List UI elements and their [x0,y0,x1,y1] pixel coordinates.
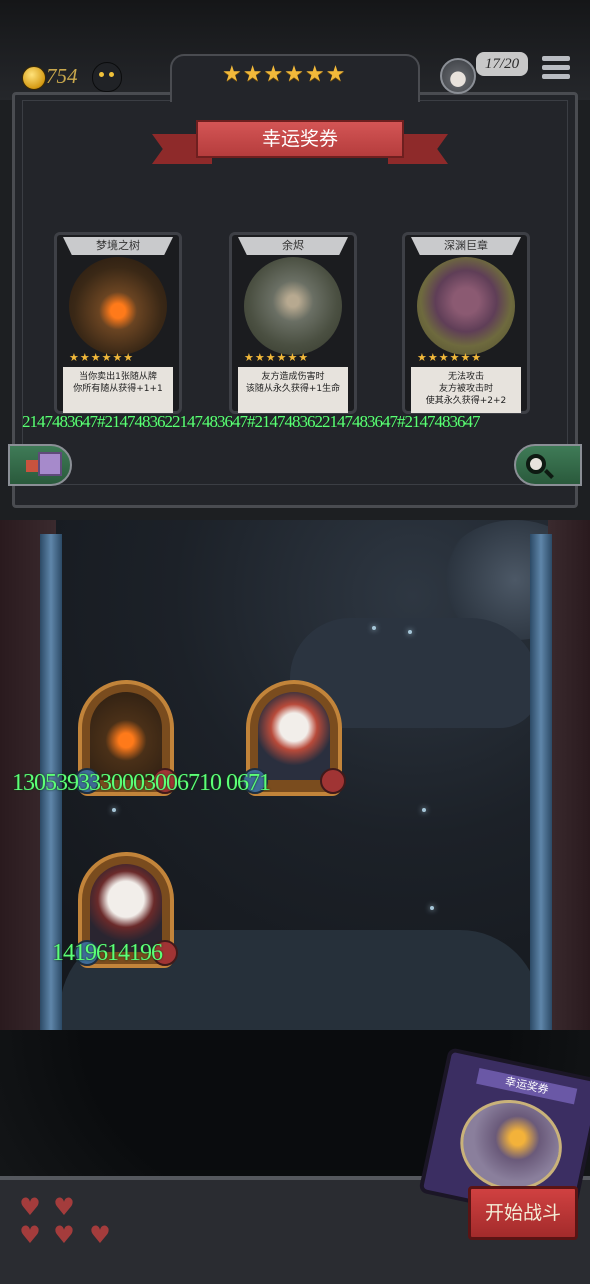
heart-icon: ♥ [19,1221,41,1249]
right-pillar [548,520,590,1100]
coin-count: 754 [46,64,78,88]
octopus-monster-art [417,257,515,355]
shop-banner: 幸运奖券 [152,120,448,166]
card-stars: ★★★★★★ [69,351,135,364]
shop-stat-overlay: 2147483647#2147483622147483647#214748362… [22,412,480,431]
card-name: 深渊巨章 [411,237,521,255]
desc-line: 友方被攻击时 [438,384,493,394]
right-glass-column [530,534,552,1034]
hamburger-menu-icon[interactable] [542,56,570,82]
heart-icon: ♥ [19,1193,41,1221]
brute-monster-art [244,257,342,355]
desc-line: 当你卖出1张随从牌 [79,372,157,382]
ticket-art [451,1090,571,1200]
unit-row1-stats: 1305393330003006710 0671 [12,770,271,796]
bunny-unit-art [258,692,330,780]
player-count-badge: 17/20 [476,52,528,76]
shop-card-1[interactable]: 梦境之树 ★★★★★★ 当你卖出1张随从牌 你所有随从获得+1+1 [54,232,182,414]
player-avatar[interactable] [440,58,476,94]
ticket-title: 幸运奖券 [476,1067,578,1105]
heart-icon: ♥ [53,1193,75,1221]
sky-star [112,808,116,812]
shop-card-2[interactable]: 余烬 ★★★★★★ 友方造成伤害时 该随从永久获得+1生命 [229,232,357,414]
card-description: 无法攻击 友方被攻击时 使其永久获得+2+2 [411,367,521,413]
card-name: 余烬 [238,237,348,255]
tree-monster-art [69,257,167,355]
mask-unit-art [90,864,162,952]
sky-star [372,626,376,630]
heart-icon: ♥ [89,1221,111,1249]
card-name: 梦境之树 [63,237,173,255]
heart-icon: ♥ [53,1221,75,1249]
crow-icon[interactable] [92,62,122,92]
desc-line: 你所有随从获得+1+1 [73,384,163,394]
shop-card-3[interactable]: 深渊巨章 ★★★★★★ 无法攻击 友方被攻击时 使其永久获得+2+2 [402,232,530,414]
coin-icon [22,66,46,90]
sky-star [430,906,434,910]
card-description: 友方造成伤害时 该随从永久获得+1生命 [238,367,348,413]
desc-line: 无法攻击 [447,372,484,382]
sky-star [408,630,412,634]
desc-line: 友方造成伤害时 [261,372,325,382]
shop-banner-title: 幸运奖券 [196,120,404,158]
desc-line: 该随从永久获得+1生命 [245,384,341,394]
card-stars: ★★★★★★ [417,351,483,364]
gift-box-button[interactable] [8,444,72,486]
tree-unit-art [90,692,162,780]
card-description: 当你卖出1张随从牌 你所有随从获得+1+1 [63,367,173,413]
sky-star [422,808,426,812]
start-battle-button[interactable]: 开始战斗 [468,1186,578,1240]
health-gem [320,768,346,794]
desc-line: 使其永久获得+2+2 [425,396,507,406]
card-stars: ★★★★★★ [244,351,310,364]
unit-row2-stats: 1419614196 [52,940,163,966]
tier-stars: ★★★★★★ [222,62,347,87]
search-button[interactable] [514,444,582,486]
